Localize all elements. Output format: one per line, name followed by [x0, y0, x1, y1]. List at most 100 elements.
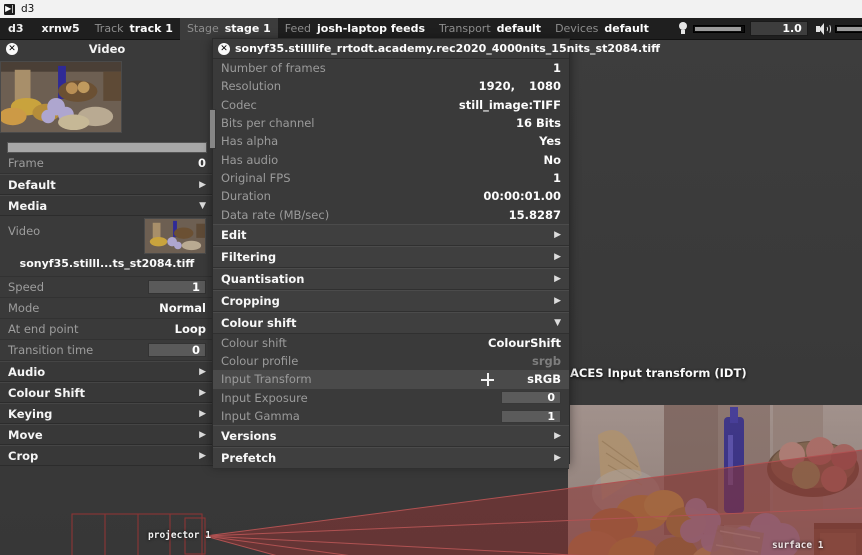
chevron-right-icon: ▶	[554, 252, 561, 262]
row-has-alpha: Has alpha Yes	[213, 132, 569, 150]
speed-value[interactable]: 1	[148, 280, 206, 294]
close-icon[interactable]: ✕	[218, 43, 230, 55]
at-end-point-value[interactable]: Loop	[175, 322, 206, 336]
mode-label: Mode	[8, 301, 159, 315]
media-video-label: Video	[8, 218, 144, 238]
section-colour-shift[interactable]: Colour shift ▼	[213, 312, 569, 334]
row-input-exposure[interactable]: Input Exposure 0	[213, 389, 569, 407]
close-icon[interactable]: ✕	[6, 43, 18, 55]
bulb-icon	[678, 22, 688, 36]
section-colour-shift[interactable]: Colour Shift ▶	[0, 382, 214, 403]
menu-group-devices[interactable]: Devices default	[548, 18, 656, 40]
tooltip-aces-idt: ACES Input transform (IDT)	[570, 366, 747, 380]
has-alpha-value: Yes	[539, 134, 561, 148]
menu-devices-value: default	[604, 22, 648, 35]
transition-time-row[interactable]: Transition time 0	[0, 340, 214, 361]
video-layer-panel: ✕ Video Frame 0 Default ▶	[0, 40, 215, 450]
menu-transport-value: default	[497, 22, 541, 35]
chevron-right-icon: ▶	[199, 367, 206, 377]
speed-label: Speed	[8, 280, 148, 294]
section-default[interactable]: Default ▶	[0, 174, 214, 195]
number-of-frames-value: 1	[553, 61, 561, 75]
section-move-label: Move	[8, 428, 199, 442]
speed-row[interactable]: Speed 1	[0, 277, 214, 298]
brightness-control[interactable]: 1.0	[674, 21, 812, 36]
row-input-gamma[interactable]: Input Gamma 1	[213, 407, 569, 425]
codec-value: still_image:TIFF	[459, 98, 561, 112]
menu-app-name[interactable]: d3	[0, 22, 34, 35]
row-colour-shift[interactable]: Colour shift ColourShift	[213, 334, 569, 352]
chevron-right-icon: ▶	[554, 230, 561, 240]
colour-shift-value[interactable]: ColourShift	[488, 336, 561, 350]
row-bits-per-channel: Bits per channel 16 Bits	[213, 114, 569, 132]
has-alpha-label: Has alpha	[221, 134, 539, 148]
menu-feed-key: Feed	[285, 22, 317, 35]
frame-row[interactable]: Frame 0	[0, 153, 214, 174]
section-media[interactable]: Media ▼	[0, 195, 214, 216]
chevron-right-icon: ▶	[199, 388, 206, 398]
volume-control[interactable]: 1.0	[812, 21, 862, 36]
volume-slider[interactable]	[835, 25, 862, 33]
duration-value: 00:00:01.00	[483, 189, 561, 203]
section-quantisation-label: Quantisation	[221, 272, 554, 286]
row-colour-profile[interactable]: Colour profile srgb	[213, 352, 569, 370]
video-preview-thumbnail[interactable]	[0, 61, 122, 133]
crosshair-cursor-icon	[481, 373, 494, 386]
input-gamma-value[interactable]: 1	[501, 410, 561, 423]
at-end-point-row[interactable]: At end point Loop	[0, 319, 214, 340]
section-prefetch[interactable]: Prefetch ▶	[213, 447, 569, 469]
frame-value[interactable]: 0	[198, 156, 206, 170]
section-keying-label: Keying	[8, 407, 199, 421]
section-colour-shift-label: Colour Shift	[8, 386, 199, 400]
section-filtering[interactable]: Filtering ▶	[213, 246, 569, 268]
bits-per-channel-value: 16 Bits	[516, 116, 561, 130]
section-crop[interactable]: Crop ▶	[0, 445, 214, 466]
menu-group-transport[interactable]: Transport default	[432, 18, 548, 40]
section-quantisation[interactable]: Quantisation ▶	[213, 268, 569, 290]
section-cropping[interactable]: Cropping ▶	[213, 290, 569, 312]
section-crop-label: Crop	[8, 449, 199, 463]
colour-profile-label: Colour profile	[221, 354, 532, 368]
data-rate-label: Data rate (MB/sec)	[221, 208, 509, 222]
section-edit[interactable]: Edit ▶	[213, 224, 569, 246]
section-prefetch-label: Prefetch	[221, 451, 554, 465]
media-video-row[interactable]: Video	[0, 216, 214, 254]
original-fps-label: Original FPS	[221, 171, 553, 185]
frame-scrubber[interactable]	[7, 142, 207, 153]
media-info-dialog: ✕ sonyf35.stilllife_rrtodt.academy.rec20…	[212, 38, 570, 464]
speaker-icon	[816, 23, 830, 35]
section-versions[interactable]: Versions ▶	[213, 425, 569, 447]
section-versions-label: Versions	[221, 429, 554, 443]
surface-label: surface 1	[772, 540, 823, 551]
chevron-right-icon: ▶	[554, 296, 561, 306]
chevron-right-icon: ▶	[554, 431, 561, 441]
row-resolution: Resolution 1920, 1080	[213, 77, 569, 95]
transition-time-value[interactable]: 0	[148, 343, 206, 357]
brightness-value[interactable]: 1.0	[750, 21, 808, 36]
mode-value[interactable]: Normal	[159, 301, 206, 315]
input-exposure-label: Input Exposure	[221, 391, 501, 405]
title-bar: ▶| d3	[0, 0, 862, 18]
frame-label: Frame	[8, 156, 198, 170]
menu-stage-key: Stage	[187, 22, 225, 35]
mode-row[interactable]: Mode Normal	[0, 298, 214, 319]
input-transform-value[interactable]: sRGB	[527, 372, 561, 386]
menu-group-track[interactable]: Track track 1	[88, 18, 180, 40]
brightness-slider[interactable]	[693, 25, 745, 33]
row-input-transform[interactable]: Input Transform sRGB	[213, 370, 569, 388]
section-audio[interactable]: Audio ▶	[0, 361, 214, 382]
menu-group-stage[interactable]: Stage stage 1	[180, 18, 278, 40]
menu-group-feed[interactable]: Feed josh-laptop feeds	[278, 18, 432, 40]
menu-feed-value: josh-laptop feeds	[317, 22, 425, 35]
colour-profile-value[interactable]: srgb	[532, 354, 561, 368]
section-edit-label: Edit	[221, 228, 554, 242]
section-audio-label: Audio	[8, 365, 199, 379]
section-move[interactable]: Move ▶	[0, 424, 214, 445]
section-keying[interactable]: Keying ▶	[0, 403, 214, 424]
input-exposure-value[interactable]: 0	[501, 391, 561, 404]
menu-bar: d3 xrnw5 Track track 1 Stage stage 1 Fee…	[0, 18, 862, 40]
media-thumbnail[interactable]	[144, 218, 206, 254]
media-filename[interactable]: sonyf35.stilll...ts_st2084.tiff	[0, 254, 214, 277]
menu-project-name[interactable]: xrnw5	[34, 22, 88, 35]
menu-track-value: track 1	[130, 22, 173, 35]
